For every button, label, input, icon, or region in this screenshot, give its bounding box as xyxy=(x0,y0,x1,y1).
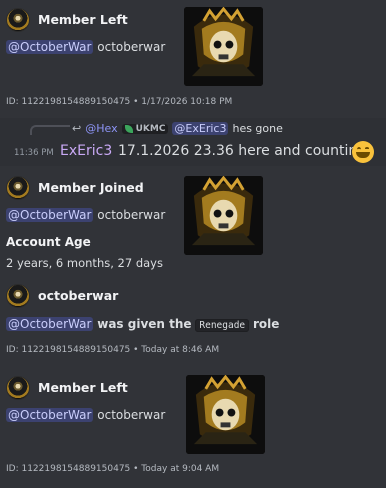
author-avatar[interactable] xyxy=(6,284,30,308)
author-avatar[interactable] xyxy=(6,376,30,400)
reply-message[interactable]: ↩ @Hex UKMC @ExEric3 hes gone 11:36 PM E… xyxy=(0,118,386,166)
embed-author: octoberwar xyxy=(38,288,119,303)
username-text: octoberwar xyxy=(97,208,166,222)
reply-connector xyxy=(30,125,70,135)
reply-text: hes gone xyxy=(232,122,283,135)
message-author[interactable]: ExEric3 xyxy=(60,143,112,159)
field-name: Account Age xyxy=(6,235,91,249)
role-given-text: was given the xyxy=(97,317,192,331)
role-suffix: role xyxy=(252,317,280,331)
username-text: octoberwar xyxy=(97,408,166,422)
embed-footer: ID: 1122198154889150475 • Today at 9:04 … xyxy=(6,464,220,474)
reply-mention-2[interactable]: @ExEric3 xyxy=(172,122,229,135)
member-left-embed-1: Member Left @OctoberWar octoberwar ID: 1… xyxy=(0,0,386,118)
embed-footer: ID: 1122198154889150475 • Today at 8:46 … xyxy=(6,345,220,355)
member-left-embed-2: Member Left @OctoberWar octoberwar ID: 1… xyxy=(0,372,386,482)
reply-arrow-icon: ↩ xyxy=(72,122,82,135)
user-mention[interactable]: @OctoberWar xyxy=(6,208,94,222)
user-mention[interactable]: @OctoberWar xyxy=(6,408,94,422)
username-text: octoberwar xyxy=(97,40,166,54)
server-tag[interactable]: UKMC xyxy=(121,123,169,134)
embed-footer: ID: 1122198154889150475 • 1/17/2026 10:1… xyxy=(6,97,233,107)
embed-author: Member Left xyxy=(38,380,128,395)
role-given-embed: octoberwar @OctoberWar was given the Ren… xyxy=(0,280,386,360)
reply-preview[interactable]: ↩ @Hex UKMC @ExEric3 hes gone xyxy=(72,122,283,135)
user-mention[interactable]: @OctoberWar xyxy=(6,40,94,54)
author-avatar[interactable] xyxy=(6,8,30,32)
field-value: 2 years, 6 months, 27 days xyxy=(6,256,163,270)
embed-author: Member Joined xyxy=(38,180,144,195)
skull-thumbnail[interactable] xyxy=(184,176,263,255)
message-text: 17.1.2026 23.36 here and counting xyxy=(118,143,367,159)
author-avatar[interactable] xyxy=(6,176,30,200)
message-timestamp: 11:36 PM xyxy=(14,148,54,158)
embed-author: Member Left xyxy=(38,12,128,27)
reply-mention[interactable]: @Hex xyxy=(85,122,117,135)
skull-thumbnail[interactable] xyxy=(186,375,265,454)
skull-thumbnail[interactable] xyxy=(184,7,263,86)
user-mention[interactable]: @OctoberWar xyxy=(6,317,94,331)
member-joined-embed: Member Joined @OctoberWar octoberwar Acc… xyxy=(0,172,386,272)
role-name: Renegade xyxy=(195,319,250,332)
leaf-icon xyxy=(124,124,133,133)
grinning-face-emoji xyxy=(352,141,374,163)
